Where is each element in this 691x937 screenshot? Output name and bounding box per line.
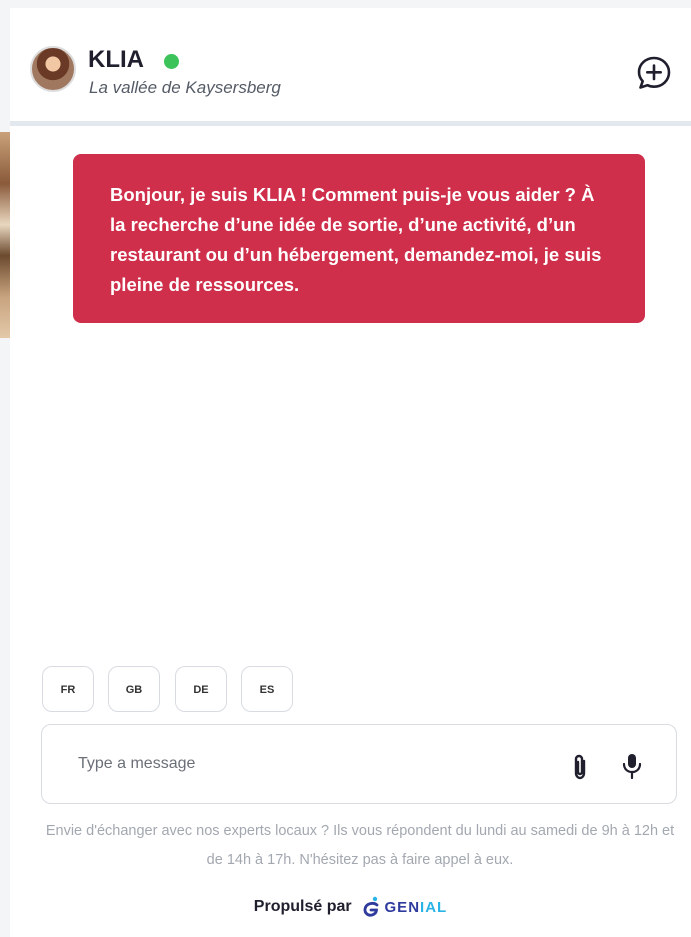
assistant-name: KLIA xyxy=(88,46,144,73)
language-button-de[interactable]: DE xyxy=(175,666,227,712)
microphone-icon[interactable] xyxy=(621,752,643,780)
language-button-es[interactable]: ES xyxy=(241,666,293,712)
genial-brand-name: GENIAL xyxy=(385,899,448,916)
assistant-subtitle: La vallée de Kaysersberg xyxy=(89,78,281,97)
chat-widget: KLIA La vallée de Kaysersberg Bonjour, j… xyxy=(10,8,691,937)
powered-by-label: Propulsé par xyxy=(253,898,352,915)
powered-by: Propulsé par GENIAL xyxy=(10,896,691,922)
brand-name-accent: IAL xyxy=(420,898,448,916)
message-input[interactable] xyxy=(78,749,538,779)
language-button-fr[interactable]: FR xyxy=(42,666,94,712)
genial-logo[interactable]: GENIAL xyxy=(362,896,447,918)
assistant-message-bubble: Bonjour, je suis KLIA ! Comment puis-je … xyxy=(73,154,645,323)
avatar xyxy=(30,46,76,92)
online-status-dot xyxy=(164,54,179,69)
brand-name-main: GEN xyxy=(384,898,421,916)
language-button-gb[interactable]: GB xyxy=(108,666,160,712)
paperclip-icon[interactable] xyxy=(570,753,590,781)
chat-header: KLIA La vallée de Kaysersberg xyxy=(10,8,691,126)
genial-logo-icon xyxy=(363,896,379,917)
message-composer xyxy=(41,724,677,804)
chat-plus-icon[interactable] xyxy=(634,53,674,93)
support-info-text: Envie d'échanger avec nos experts locaux… xyxy=(45,823,675,868)
